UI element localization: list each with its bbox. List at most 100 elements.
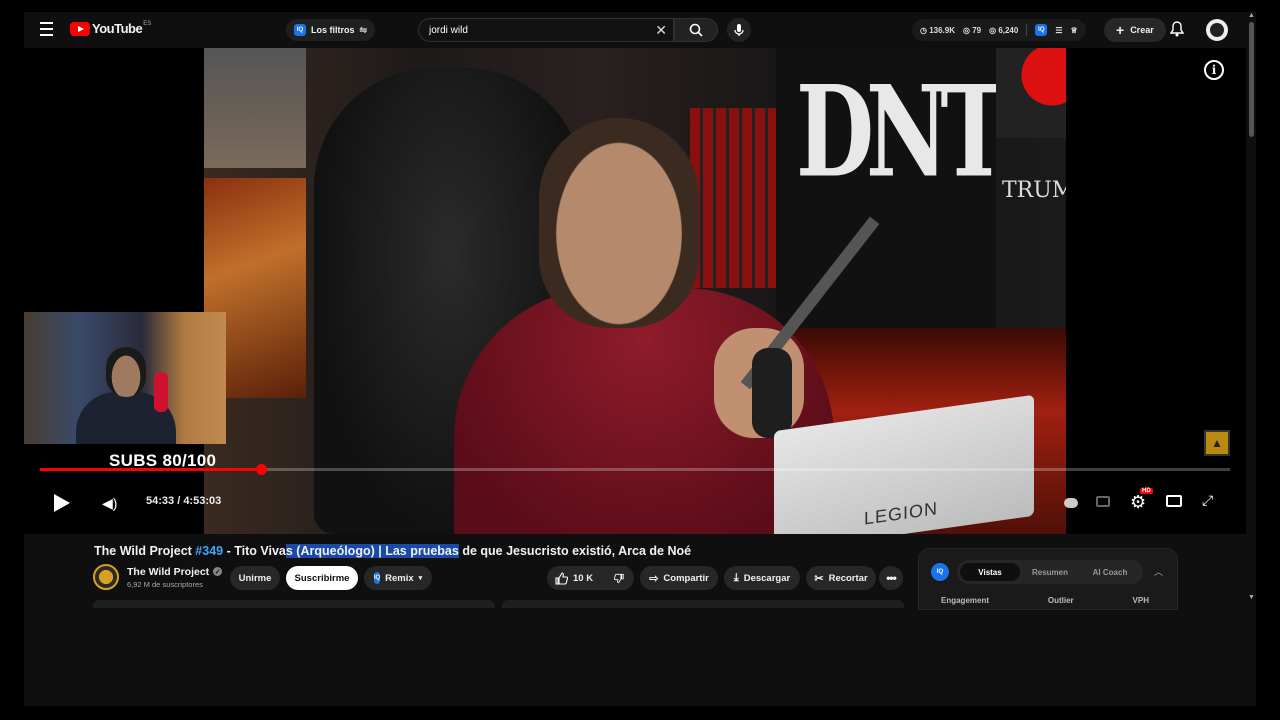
menu-icon[interactable] [38,22,54,36]
title-hashtag[interactable]: #349 [195,544,223,558]
fullscreen-icon[interactable]: ⤢ [1202,492,1213,509]
webcam-overlay [24,312,226,444]
trophy-icon[interactable]: ♕ [1071,26,1078,35]
watching-stat: ◎ 79 [963,25,982,35]
other-stat: ◎ 6,240 [989,25,1019,35]
share-button[interactable]: ⇨ Compartir [640,566,718,590]
player-controls: ◀) 54:33 / 4:53:03 ⚙ HD ⤢ [24,488,1246,518]
title-suffix: de que Jesucristo existió, Arca de Noé [458,544,692,558]
list-icon[interactable]: ☰ [1055,26,1062,35]
thumbs-down-icon [614,573,624,583]
download-button[interactable]: ⤓ Descargar [724,566,800,590]
scroll-thumb[interactable] [1249,22,1254,137]
panel-tabs: Vistas Resumen AI Coach [957,560,1143,584]
filters-button[interactable]: IQ Los filtros ⇋ [286,19,376,41]
like-count: 10 K [573,572,594,584]
channel-meta: The Wild Project ✓ 6,92 M de suscriptores [127,566,223,589]
youtube-logo[interactable]: YouTube ES [70,21,151,36]
download-label: Descargar [743,572,791,584]
search-box: ✕ [418,18,674,42]
video-mic [752,348,792,438]
tab-ai-coach[interactable]: AI Coach [1080,563,1140,581]
page-scrollbar[interactable]: ▲ ▼ [1248,12,1256,706]
app-window: YouTube ES IQ Los filtros ⇋ ✕ ◷ 136.9K ◎… [24,12,1256,706]
video-title: The Wild Project #349 - Tito Vivas (Arqu… [94,544,691,558]
youtube-play-icon [70,21,90,36]
filter-sliders-icon: ⇋ [359,24,368,35]
host-head [539,118,699,328]
logo-text: YouTube [92,21,143,36]
clear-icon[interactable]: ✕ [655,22,667,39]
channel-subscriber-count: 6,92 M de suscriptores [127,579,203,589]
video-poster-photo [204,48,306,168]
panel-metrics: Engagement Outlier VPH [941,596,1171,605]
scroll-up-icon[interactable]: ▲ [1248,12,1255,19]
iq-badge-icon: IQ [1035,24,1048,36]
iq-analytics-panel: IQ Vistas Resumen AI Coach ︿ Engagement … [918,548,1178,610]
video-frame[interactable]: DNT TRUMP LEGION [204,48,1066,534]
info-icon[interactable]: i [1204,60,1224,80]
volume-icon[interactable]: ◀) [102,495,117,512]
thumbs-up-icon [555,571,568,585]
chevron-down-icon: ▾ [418,575,423,582]
time-total: 4:53:03 [183,495,222,507]
account-avatar[interactable] [1206,19,1228,41]
create-label: Crear [1130,25,1154,35]
clip-button[interactable]: ✂ Recortar [806,566,876,590]
download-icon: ⤓ [733,571,739,584]
play-icon[interactable] [54,494,70,512]
time-display: 54:33 / 4:53:03 [146,495,221,507]
clip-label: Recortar [828,572,868,584]
time-current: 54:33 [146,495,175,507]
scroll-down-icon[interactable]: ▼ [1248,594,1255,601]
logo-region: ES [143,20,152,27]
progress-played [40,468,262,471]
create-button[interactable]: + Crear [1104,18,1166,42]
iq-badge-icon: IQ [294,24,306,36]
autoplay-toggle[interactable] [1064,498,1078,508]
more-actions-button[interactable]: ••• [879,566,903,590]
iq-badge-icon: IQ [931,563,949,581]
webcam-mic [154,372,168,412]
video-player[interactable]: DNT TRUMP LEGION SUBS 80/100 i ▲ [24,48,1246,534]
share-label: Compartir [663,572,709,584]
channel-watermark-icon[interactable]: ▲ [1204,430,1230,456]
settings-gear-icon[interactable]: ⚙ [1130,492,1146,513]
chevron-up-icon[interactable]: ︿ [1154,565,1163,578]
tab-vistas[interactable]: Vistas [960,563,1020,581]
video-shirt-text: TRUMP [1002,178,1066,203]
watch-metadata: The Wild Project #349 - Tito Vivas (Arqu… [24,534,1246,706]
video-red-sign [996,48,1066,138]
remix-label: Remix [385,572,414,584]
notifications-button[interactable] [1170,21,1184,37]
metric-engagement: Engagement [941,596,990,605]
divider [1026,24,1028,36]
join-button[interactable]: Unirme [230,566,280,590]
subtitles-icon[interactable] [1096,496,1110,507]
search-button[interactable] [674,18,718,42]
tab-resumen[interactable]: Resumen [1020,563,1080,581]
voice-search-button[interactable] [727,18,751,42]
channel-avatar[interactable] [93,564,119,590]
hd-badge: HD [1140,488,1153,494]
description-placeholder [93,600,495,608]
remix-button[interactable]: IQ Remix ▾ [364,566,432,590]
channel-name[interactable]: The Wild Project ✓ [127,566,223,578]
plus-icon: + [1116,22,1125,38]
title-highlight: s (Arqueólogo) | Las pruebas [285,544,459,558]
filters-label: Los filtros [311,25,355,35]
metric-outlier: Outlier [1047,596,1074,605]
stats-bar[interactable]: ◷ 136.9K ◎ 79 ◎ 6,240 IQ ☰ ♕ [912,19,1086,41]
search-icon [689,23,703,37]
dislike-button[interactable] [604,566,634,590]
share-icon: ⇨ [649,572,659,585]
bell-icon [1170,21,1184,37]
webcam-head [106,347,146,397]
miniplayer-icon[interactable] [1166,495,1182,507]
search-input[interactable] [429,24,649,36]
views-stat: ◷ 136.9K [920,25,955,35]
progress-bar[interactable] [40,464,1230,475]
title-mid: - Tito Viva [223,544,286,558]
channel-row: The Wild Project ✓ 6,92 M de suscriptores [93,564,223,590]
subscribe-button[interactable]: Suscribirme [286,566,358,590]
